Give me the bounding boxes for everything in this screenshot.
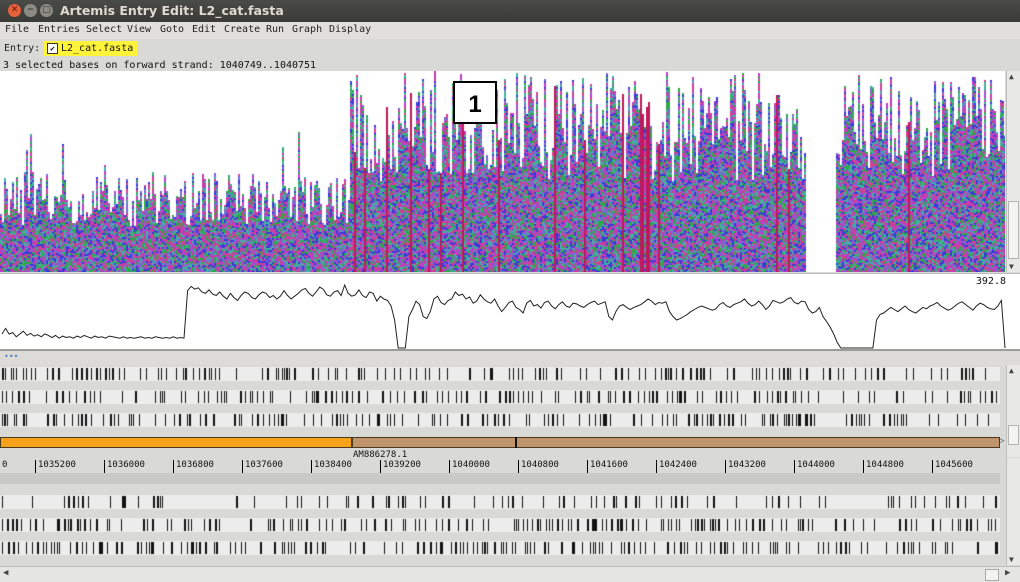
callout-marker: 1 (453, 81, 497, 124)
coverage-graph[interactable]: 392.8 (0, 273, 1020, 350)
horizontal-scroll-thumb[interactable] (985, 569, 999, 581)
menubar: File Entries Select View Goto Edit Creat… (0, 22, 1020, 40)
ruler-tick-label: 1045600 (932, 460, 973, 473)
maximize-window-icon[interactable]: □ (40, 4, 53, 17)
panel-splitter[interactable]: ••• (0, 351, 1020, 365)
lower-view-scrollbar[interactable]: ▼ (1006, 458, 1020, 565)
ruler-tick-label: 1044800 (863, 460, 904, 473)
menu-create[interactable]: Create (224, 24, 260, 35)
menu-graph[interactable]: Graph (292, 24, 322, 35)
frame-track-reverse-2[interactable] (0, 518, 1000, 532)
read-view-scrollbar[interactable]: ▲ ▼ (1006, 71, 1020, 272)
close-window-icon[interactable]: ✕ (8, 4, 21, 17)
feature-view-scrollbar[interactable]: ▲ (1006, 365, 1020, 457)
menu-run[interactable]: Run (266, 24, 284, 35)
feature-boundary-marker (515, 437, 517, 448)
ruler-band (0, 473, 1000, 484)
entry-label: Entry: (4, 43, 41, 54)
ruler-tick-label: 1040000 (449, 460, 490, 473)
scroll-up-icon[interactable]: ▲ (1009, 366, 1014, 375)
frame-track-forward-2[interactable] (0, 390, 1000, 404)
menu-goto[interactable]: Goto (160, 24, 184, 35)
horizontal-scrollbar[interactable]: ◀ ▶ (0, 566, 1020, 582)
entry-checkbox[interactable]: ✔ (47, 42, 58, 54)
frame-track-canvas (0, 518, 1000, 532)
ruler-tick-label: 1041600 (587, 460, 628, 473)
scroll-left-icon[interactable]: ◀ (3, 568, 8, 578)
scroll-down-icon[interactable]: ▼ (1009, 555, 1014, 564)
frame-track-reverse-3[interactable] (0, 541, 1000, 555)
ruler-tick-label: 1037600 (242, 460, 283, 473)
ruler-tick-label: 1044000 (794, 460, 835, 473)
ruler-tick-label: 1042400 (656, 460, 697, 473)
entry-name: L2_cat.fasta (61, 43, 134, 54)
selection-status: 3 selected bases on forward strand: 1040… (3, 60, 317, 71)
frame-track-forward-3[interactable] (0, 413, 1000, 427)
window-title: Artemis Entry Edit: L2_cat.fasta (60, 3, 284, 18)
menu-file[interactable]: File (5, 24, 29, 35)
ruler-tick-label: 1038400 (311, 460, 352, 473)
frame-track-reverse-1[interactable] (0, 495, 1000, 509)
feature-label: AM886278.1 (353, 450, 408, 460)
feature-view-scroll-thumb[interactable] (1008, 425, 1019, 445)
coverage-line (1, 283, 1006, 349)
scroll-up-icon[interactable]: ▲ (1009, 72, 1014, 81)
scroll-right-icon[interactable]: ▶ (1005, 568, 1010, 578)
entry-bar: Entry: ✔ L2_cat.fasta (0, 39, 1020, 59)
coverage-graph-svg (1, 283, 1006, 349)
menu-display[interactable]: Display (329, 24, 371, 35)
ruler-tick-label: 1043200 (725, 460, 766, 473)
menu-view[interactable]: View (127, 24, 151, 35)
splitter-grip-icon[interactable]: ••• (4, 352, 18, 361)
frame-track-canvas (0, 390, 1000, 404)
frame-track-canvas (0, 495, 1000, 509)
ruler-tick-label: 1039200 (380, 460, 421, 473)
minimize-window-icon[interactable]: − (24, 4, 37, 17)
menu-entries[interactable]: Entries (38, 24, 80, 35)
window-titlebar: ✕ − □ Artemis Entry Edit: L2_cat.fasta (0, 0, 1020, 22)
feature-arrow-icon: ▷ (999, 436, 1005, 446)
frame-track-canvas (0, 367, 1000, 381)
feature-segment-left[interactable] (0, 437, 352, 448)
frame-track-canvas (0, 541, 1000, 555)
scroll-down-icon[interactable]: ▼ (1009, 262, 1014, 271)
base-ruler[interactable]: 0 1035200 1036000 1036800 1037600 103840… (0, 460, 1000, 473)
read-alignment-canvas[interactable] (0, 71, 1005, 272)
ruler-tick-label: 1036800 (173, 460, 214, 473)
frame-track-forward-1[interactable] (0, 367, 1000, 381)
read-alignment-view[interactable] (0, 71, 1005, 272)
ruler-tick-label: 1035200 (35, 460, 76, 473)
ruler-tick-label: 0 (2, 460, 8, 470)
ruler-tick-label: 1036000 (104, 460, 145, 473)
menu-edit[interactable]: Edit (192, 24, 216, 35)
feature-segment-right[interactable] (352, 437, 1000, 448)
menu-select[interactable]: Select (86, 24, 122, 35)
read-view-scroll-thumb[interactable] (1008, 201, 1019, 259)
frame-track-canvas (0, 413, 1000, 427)
entry-toggle[interactable]: ✔ L2_cat.fasta (44, 41, 138, 56)
graph-max-label: 392.8 (975, 276, 1006, 287)
ruler-tick-label: 1040800 (518, 460, 559, 473)
